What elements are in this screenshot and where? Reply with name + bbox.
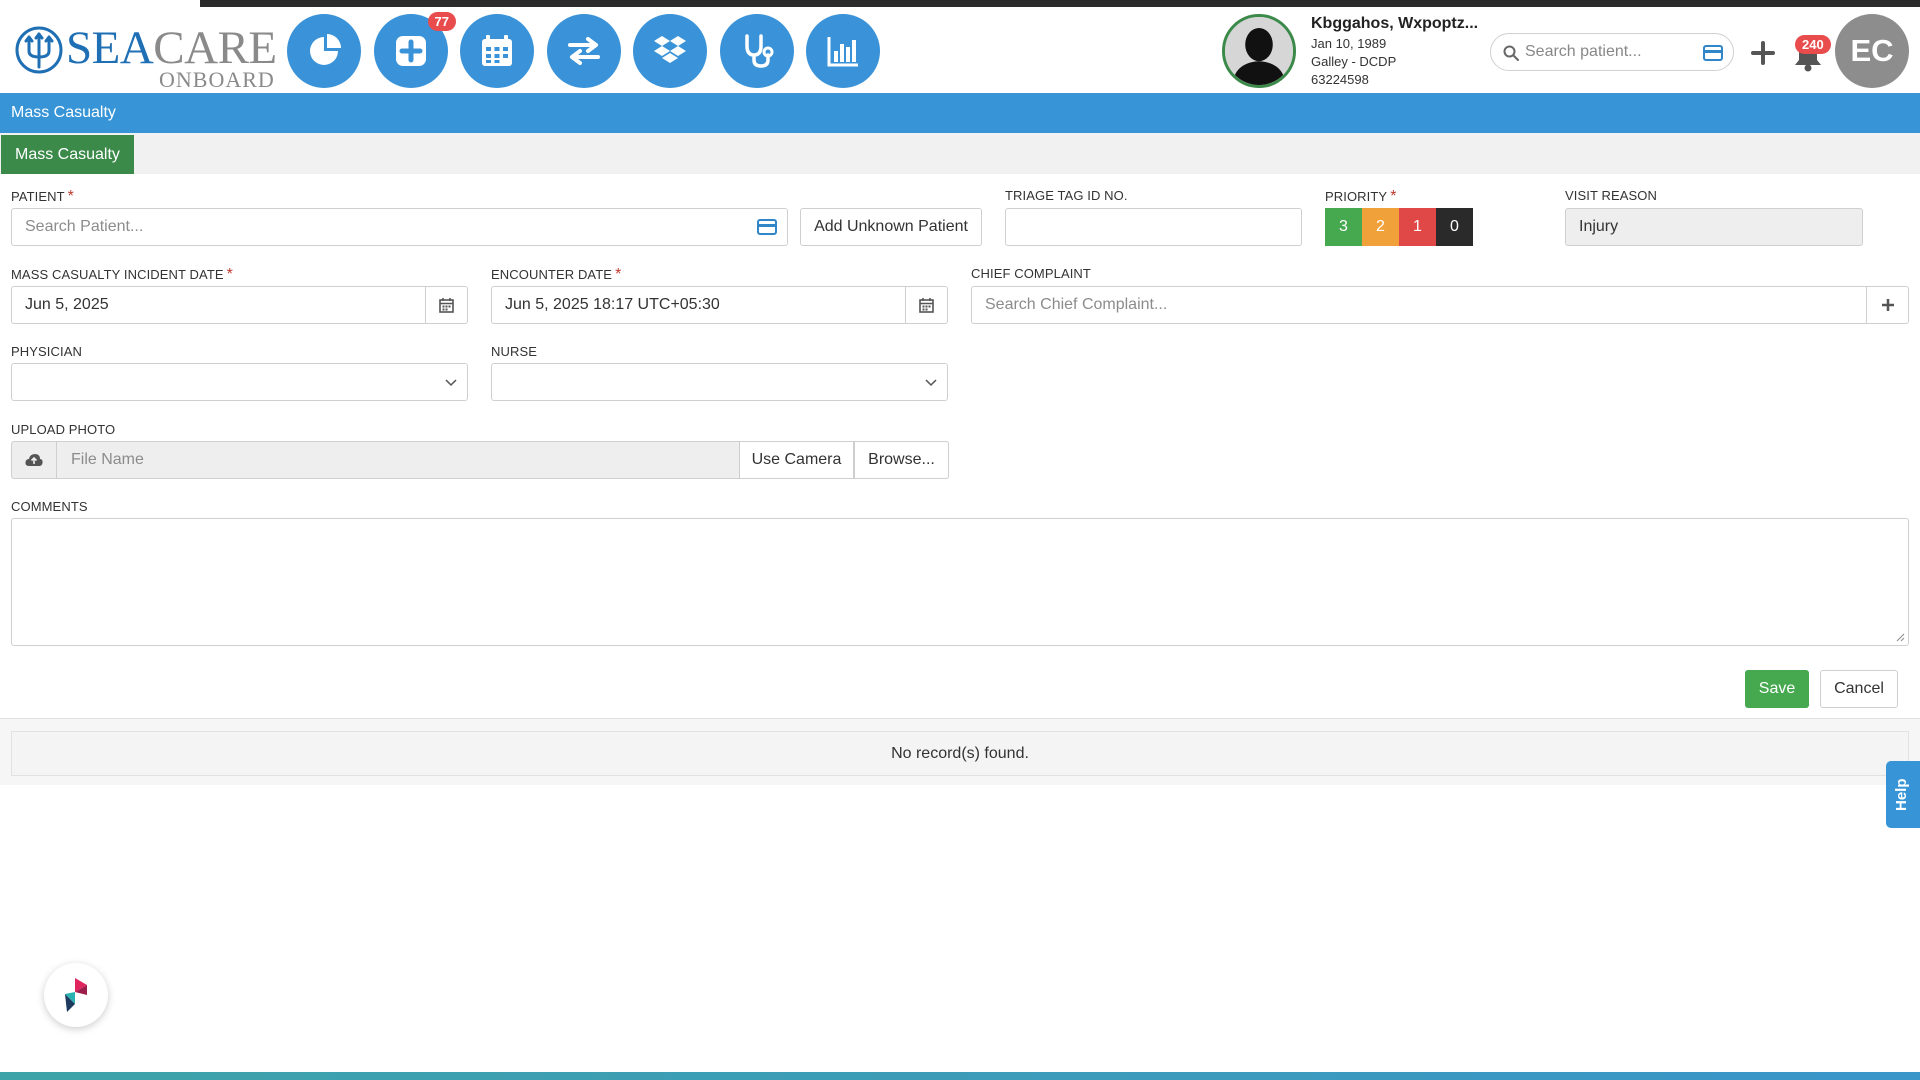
- notification-count-badge: 240: [1795, 35, 1831, 54]
- patient-avatar[interactable]: [1222, 14, 1296, 88]
- card-scan-icon[interactable]: [757, 219, 777, 235]
- tab-bar: Mass Casualty: [0, 133, 1920, 174]
- comments-field: [11, 518, 1909, 646]
- patient-location: Galley - DCDP: [1311, 54, 1397, 69]
- use-camera-button[interactable]: Use Camera: [739, 441, 854, 479]
- upload-photo-label: UPLOAD PHOTO: [11, 422, 116, 437]
- encounter-date-field: [491, 286, 948, 324]
- card-scan-icon[interactable]: [1703, 45, 1723, 61]
- nurse-label: NURSE: [491, 344, 538, 359]
- triage-tag-input[interactable]: [1006, 209, 1301, 245]
- patient-search-field: [11, 208, 788, 246]
- chevron-down-icon: [445, 379, 457, 387]
- calendar-icon: [919, 298, 934, 313]
- visit-reason-field: [1565, 208, 1863, 246]
- brand-name: SEACARE: [66, 22, 277, 74]
- patient-name[interactable]: Kbggahos, Wxpoptz...: [1311, 13, 1491, 35]
- reports-chart-icon[interactable]: [806, 14, 880, 88]
- dropbox-icon[interactable]: [633, 14, 707, 88]
- assistant-widget[interactable]: [44, 963, 108, 1027]
- stethoscope-icon[interactable]: [720, 14, 794, 88]
- tab-mass-casualty[interactable]: Mass Casualty: [1, 135, 134, 174]
- incident-date-picker[interactable]: [425, 287, 467, 323]
- comments-label: COMMENTS: [11, 499, 88, 514]
- save-button[interactable]: Save: [1745, 670, 1809, 708]
- assistant-logo-icon: [65, 978, 87, 1012]
- incident-date-label: MASS CASUALTY INCIDENT DATE *: [11, 266, 233, 283]
- encounter-date-label: ENCOUNTER DATE *: [491, 266, 622, 283]
- triage-tag-label: TRIAGE TAG ID NO.: [1005, 188, 1128, 203]
- cloud-upload-icon: [25, 454, 43, 466]
- priority-1-button[interactable]: 1: [1399, 208, 1436, 246]
- priority-3-button[interactable]: 3: [1325, 208, 1362, 246]
- search-icon: [1503, 45, 1519, 61]
- visit-reason-label: VISIT REASON: [1565, 188, 1657, 203]
- browse-button[interactable]: Browse...: [854, 441, 949, 479]
- add-chief-complaint-button[interactable]: [1866, 287, 1908, 323]
- cancel-button[interactable]: Cancel: [1820, 670, 1898, 708]
- add-encounter-icon[interactable]: 77: [374, 12, 456, 88]
- resize-handle-icon[interactable]: [1895, 632, 1905, 642]
- header-search: [1490, 33, 1734, 71]
- encounter-date-input[interactable]: [492, 287, 947, 323]
- add-icon[interactable]: [1749, 39, 1777, 67]
- comments-textarea[interactable]: [12, 519, 1908, 645]
- transfer-icon[interactable]: [547, 14, 621, 88]
- brand-subtitle: ONBOARD: [159, 67, 275, 92]
- trident-logo-icon: [15, 26, 63, 74]
- chevron-down-icon: [925, 379, 937, 387]
- incident-date-field: [11, 286, 468, 324]
- patient-id: 63224598: [1311, 72, 1369, 87]
- triage-tag-field: [1005, 208, 1302, 246]
- physician-select[interactable]: [11, 363, 468, 401]
- dashboard-pie-icon[interactable]: [287, 14, 361, 88]
- help-label: Help: [1893, 778, 1910, 811]
- plus-icon: [1881, 299, 1894, 311]
- upload-photo-group: Use Camera Browse...: [11, 441, 949, 479]
- top-strip: [0, 0, 1920, 9]
- page-title: Mass Casualty: [0, 93, 1920, 133]
- user-avatar[interactable]: EC: [1835, 14, 1909, 88]
- encounter-date-picker[interactable]: [905, 287, 947, 323]
- chief-complaint-input[interactable]: [972, 287, 1908, 323]
- bottom-bar: [0, 1072, 1920, 1080]
- upload-icon-addon: [12, 442, 57, 478]
- physician-label: PHYSICIAN: [11, 344, 82, 359]
- seacare-logo[interactable]: SEACARE ONBOARD: [14, 17, 277, 92]
- help-tab[interactable]: Help: [1886, 761, 1920, 828]
- patient-search-input[interactable]: [12, 209, 787, 245]
- add-unknown-patient-button[interactable]: Add Unknown Patient: [800, 208, 982, 246]
- calendar-icon: [439, 298, 454, 313]
- patient-label: PATIENT *: [11, 188, 74, 205]
- incident-date-input[interactable]: [12, 287, 467, 323]
- patient-info: Kbggahos, Wxpoptz... Jan 10, 1989 Galley…: [1311, 13, 1491, 89]
- nurse-select[interactable]: [491, 363, 948, 401]
- patient-dob: Jan 10, 1989: [1311, 36, 1387, 51]
- encounter-count-badge: 77: [427, 12, 456, 31]
- upload-file-name-input[interactable]: [58, 442, 738, 478]
- priority-0-button[interactable]: 0: [1436, 208, 1473, 246]
- records-empty-message: No record(s) found.: [11, 731, 1909, 776]
- priority-2-button[interactable]: 2: [1362, 208, 1399, 246]
- visit-reason-input[interactable]: [1566, 209, 1862, 245]
- chief-complaint-field: [971, 286, 1909, 324]
- header-search-input[interactable]: [1525, 40, 1695, 64]
- priority-label: PRIORITY *: [1325, 188, 1397, 205]
- chief-complaint-label: CHIEF COMPLAINT: [971, 266, 1091, 281]
- calendar-icon[interactable]: [460, 14, 534, 88]
- app-header: SEACARE ONBOARD 77 Kbggahos, Wxpoptz... …: [0, 9, 1920, 93]
